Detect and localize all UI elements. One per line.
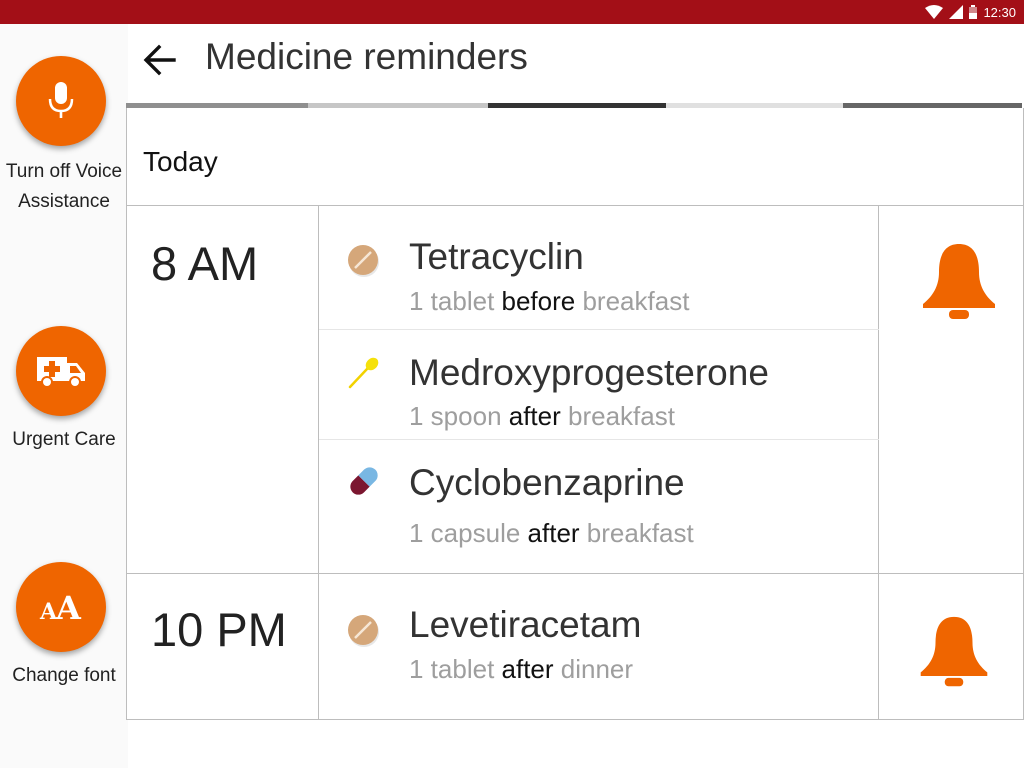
medicine-name: Medroxyprogesterone	[409, 352, 769, 393]
tablet-icon	[348, 615, 379, 647]
dose-meal: breakfast	[568, 401, 675, 431]
signal-icon	[949, 5, 964, 19]
day-header: Today	[127, 108, 1023, 206]
app-header: Medicine reminders	[128, 24, 1024, 104]
time-label: 8 AM	[151, 237, 259, 290]
time-cell: 10 PM	[127, 574, 319, 720]
medicine-name: Cyclobenzaprine	[409, 462, 685, 503]
wifi-icon	[925, 5, 944, 19]
urgent-care-label: Urgent Care	[12, 429, 116, 450]
capsule-icon	[350, 467, 378, 495]
ambulance-icon	[37, 357, 85, 388]
dose-quantity: 1 spoon	[409, 401, 509, 431]
medicine-row[interactable]: Cyclobenzaprine 1 capsule after breakfas…	[319, 440, 879, 574]
voice-assistance-button[interactable]	[16, 56, 106, 146]
medicine-dose: 1 tablet after dinner	[409, 654, 633, 685]
time-group-morning: 8 AM Tetracyclin 1 tablet before breakfa…	[127, 206, 1023, 574]
bell-icon[interactable]	[919, 242, 999, 322]
medicine-row[interactable]: Medroxyprogesterone 1 spoon after breakf…	[319, 330, 879, 440]
dose-relation: after	[501, 654, 561, 684]
dose-meal: breakfast	[586, 518, 694, 548]
battery-icon	[969, 5, 978, 19]
dose-relation: after	[508, 401, 568, 431]
medicine-dose: 1 capsule after breakfast	[409, 518, 694, 549]
page-title: Medicine reminders	[205, 36, 528, 77]
medicine-row[interactable]: Levetiracetam 1 tablet after dinner	[319, 574, 879, 720]
medicine-name: Tetracyclin	[409, 236, 584, 277]
time-cell: 8 AM	[127, 206, 319, 573]
status-bar: 12:30	[0, 0, 1024, 24]
time-label: 10 PM	[151, 603, 287, 656]
dose-relation: before	[501, 286, 583, 316]
tablet-icon	[348, 245, 379, 277]
back-button[interactable]	[140, 40, 180, 80]
medicine-list: Tetracyclin 1 tablet before breakfast Me…	[319, 206, 879, 573]
medicine-row[interactable]: Tetracyclin 1 tablet before breakfast	[319, 206, 879, 330]
status-time: 12:30	[983, 4, 1016, 20]
dose-meal: dinner	[560, 654, 634, 684]
bell-icon[interactable]	[917, 614, 991, 690]
font-size-icon: A A	[39, 590, 82, 624]
change-font-button[interactable]: A A	[16, 562, 106, 652]
dose-quantity: 1 capsule	[409, 518, 528, 548]
sidebar: Turn off Voice Assistance Urgent Care A …	[0, 24, 128, 768]
microphone-icon	[48, 82, 74, 118]
medicine-name: Levetiracetam	[409, 604, 642, 645]
time-group-night: 10 PM Levetiracetam 1 tablet after dinne…	[127, 574, 1023, 720]
reminder-table: Today 8 AM Tetracyclin 1 tablet before b…	[126, 108, 1024, 720]
dose-quantity: 1 tablet	[409, 654, 502, 684]
medicine-list: Levetiracetam 1 tablet after dinner	[319, 574, 879, 720]
voice-assistance-label: Turn off Voice Assistance	[5, 161, 123, 212]
dose-relation: after	[527, 518, 587, 548]
day-label: Today	[143, 146, 218, 177]
arrow-left-icon	[143, 44, 176, 76]
spoon-icon	[348, 357, 379, 389]
change-font-label: Change font	[12, 665, 116, 686]
dose-quantity: 1 tablet	[409, 286, 502, 316]
medicine-dose: 1 tablet before breakfast	[409, 286, 689, 317]
dose-meal: breakfast	[582, 286, 690, 316]
svg-text:A: A	[55, 590, 82, 624]
medicine-dose: 1 spoon after breakfast	[409, 401, 675, 432]
urgent-care-button[interactable]	[16, 326, 106, 416]
